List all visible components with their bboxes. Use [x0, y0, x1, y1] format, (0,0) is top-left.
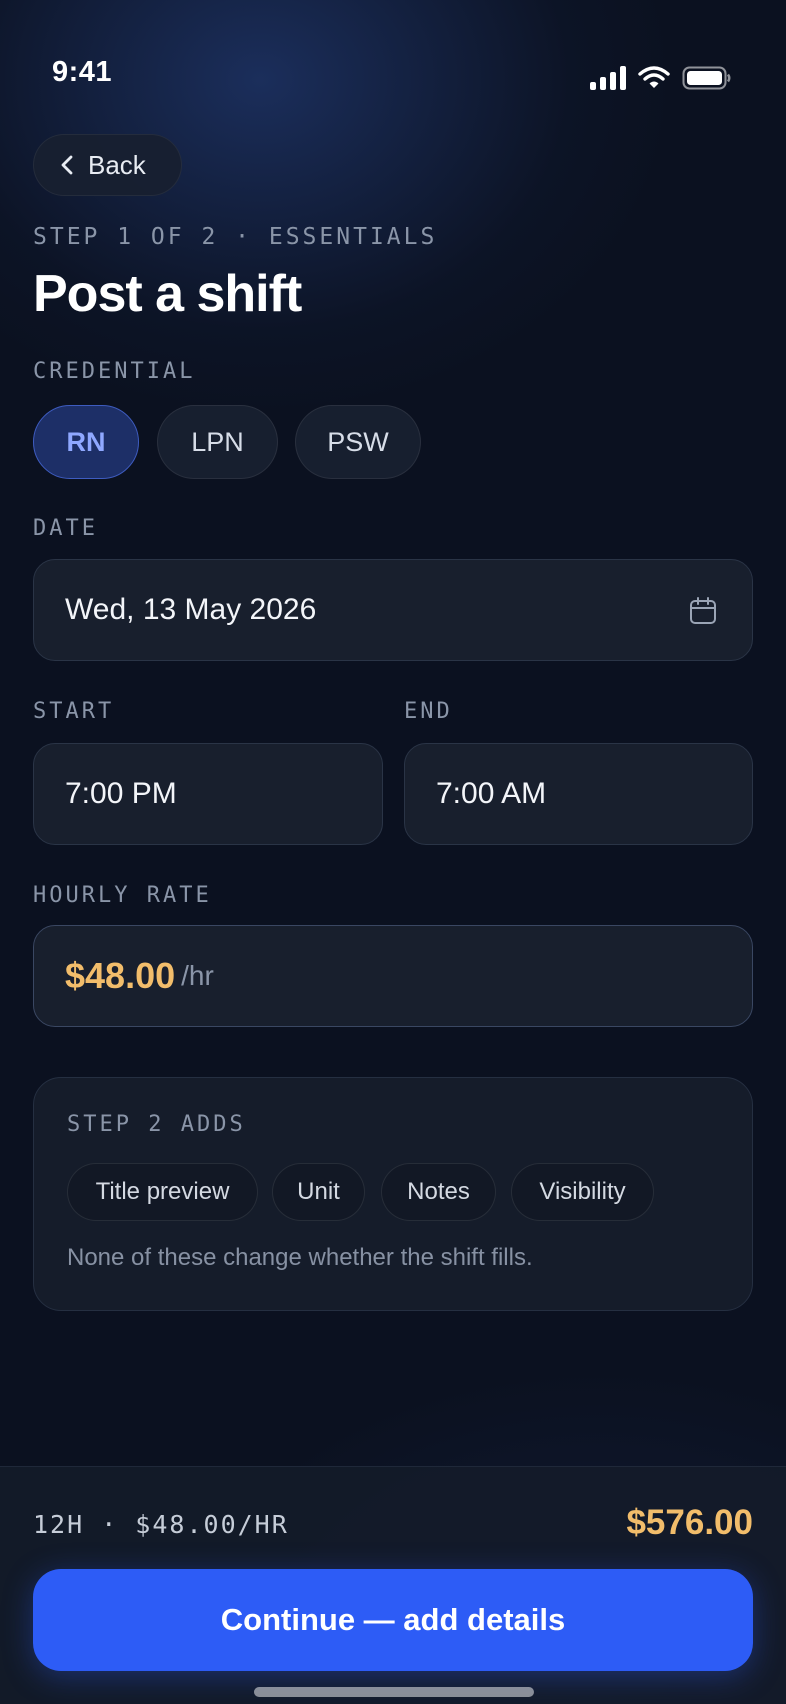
tag-notes: Notes — [381, 1163, 496, 1221]
wifi-icon — [638, 66, 670, 88]
credential-chip-lpn[interactable]: LPN — [157, 405, 278, 479]
bottom-action-bar: 12H · $48.00/HR $576.00 Continue — add d… — [0, 1466, 786, 1704]
date-value: Wed, 13 May 2026 — [65, 593, 317, 626]
tag-unit: Unit — [272, 1163, 365, 1221]
step2-label: STEP 2 ADDS — [67, 1112, 246, 1137]
hourly-rate-label: HOURLY RATE — [33, 883, 212, 908]
step-indicator: STEP 1 OF 2 · ESSENTIALS — [33, 224, 438, 250]
back-label: Back — [88, 149, 146, 180]
step2-preview-card: STEP 2 ADDS Title preview Unit Notes Vis… — [33, 1077, 753, 1311]
tag-visibility: Visibility — [511, 1163, 654, 1221]
back-button[interactable]: Back — [33, 134, 182, 196]
status-time: 9:41 — [52, 56, 113, 88]
page-title: Post a shift — [33, 265, 302, 323]
home-indicator — [254, 1687, 534, 1697]
date-field[interactable]: Wed, 13 May 2026 — [33, 559, 753, 661]
rate-amount: $48.00 — [65, 955, 176, 996]
end-time-field[interactable]: 7:00 AM — [404, 743, 753, 845]
hourly-rate-field[interactable]: $48.00 /hr — [33, 925, 753, 1027]
chevron-left-icon — [61, 155, 73, 175]
shift-summary: 12H · $48.00/HR — [33, 1510, 289, 1539]
continue-button[interactable]: Continue — add details — [33, 1569, 753, 1671]
start-label: START — [33, 699, 115, 724]
step2-note: None of these change whether the shift f… — [67, 1244, 533, 1271]
end-label: END — [404, 699, 453, 724]
calendar-icon — [690, 597, 716, 624]
credential-label: CREDENTIAL — [33, 359, 196, 384]
battery-icon — [682, 66, 731, 90]
credential-chip-psw[interactable]: PSW — [295, 405, 421, 479]
credential-chip-rn[interactable]: RN — [33, 405, 139, 479]
date-label: DATE — [33, 516, 98, 541]
end-time-value: 7:00 AM — [436, 777, 547, 810]
rate-unit: /hr — [181, 960, 214, 991]
shift-total: $576.00 — [626, 1503, 753, 1542]
start-time-field[interactable]: 7:00 PM — [33, 743, 383, 845]
start-time-value: 7:00 PM — [65, 777, 177, 810]
tag-title-preview: Title preview — [67, 1163, 258, 1221]
cellular-signal-icon — [590, 66, 626, 90]
status-icons — [590, 66, 732, 90]
